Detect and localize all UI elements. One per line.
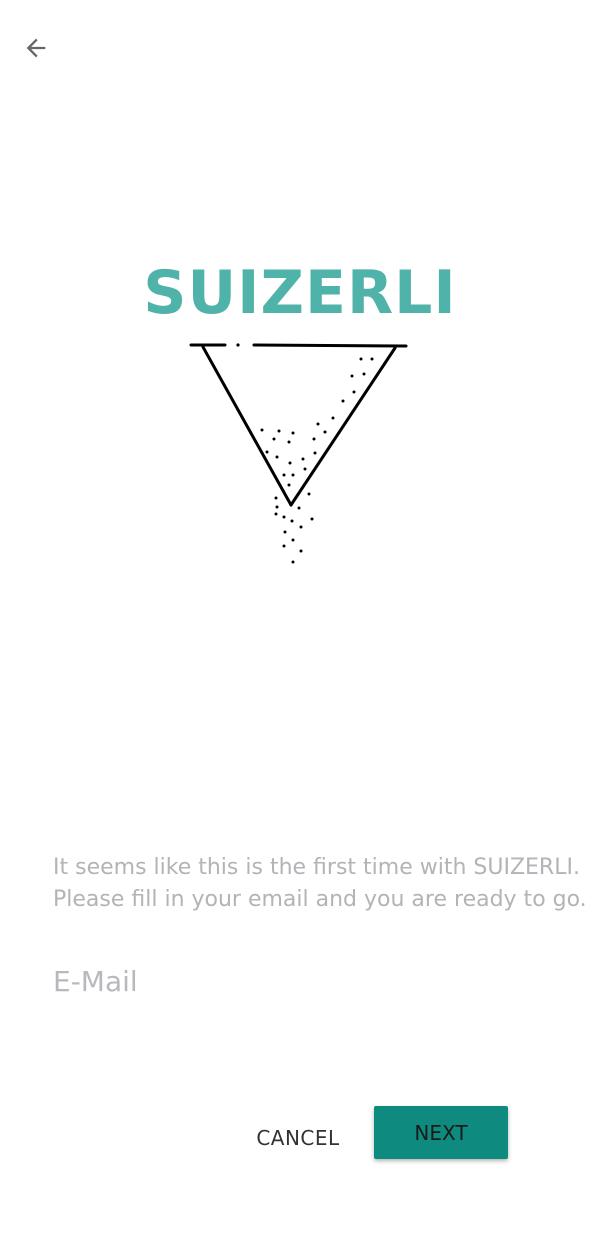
arrow-left-icon (26, 38, 46, 58)
next-button[interactable]: NEXT (374, 1106, 508, 1159)
cancel-button[interactable]: CANCEL (248, 1114, 348, 1162)
email-field[interactable] (53, 958, 547, 1004)
intro-text: It seems like this is the first time wit… (53, 852, 587, 916)
app-title: SUIZERLI (143, 258, 457, 328)
intro-line-1: It seems like this is the first time wit… (53, 855, 580, 880)
intro-line-2: Please fill in your email and you are re… (53, 887, 587, 912)
back-button[interactable] (14, 26, 58, 70)
funnel-logo-icon (189, 343, 408, 564)
